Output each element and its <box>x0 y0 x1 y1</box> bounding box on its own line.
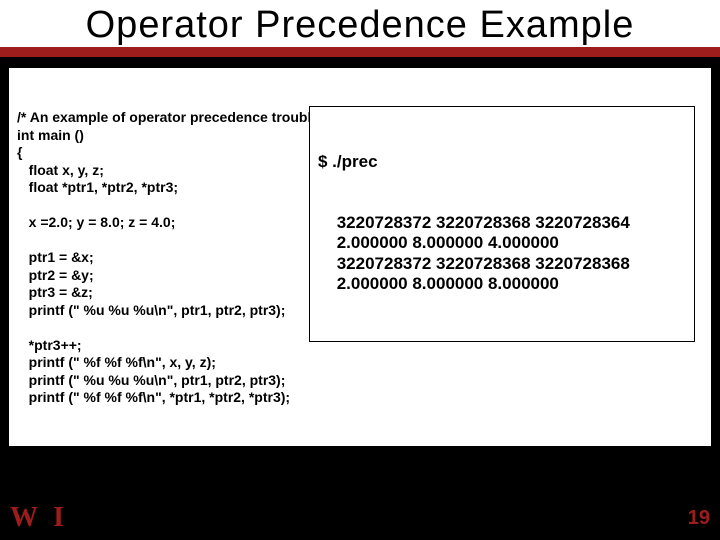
wpi-logo: WPI <box>10 502 63 534</box>
footer-text: Systems Programming Pointers <box>63 510 678 526</box>
footer-pointers: Pointers <box>439 510 495 526</box>
logo-letter-w: W <box>10 502 37 534</box>
logo-letter-i: I <box>53 502 63 534</box>
title-bar: Operator Precedence Example <box>0 0 720 57</box>
logo-letter-p: P <box>37 502 53 534</box>
output-command: $ ./prec <box>318 152 686 172</box>
output-box: $ ./prec 3220728372 3220728368 322072836… <box>309 106 695 342</box>
footer: WPI Systems Programming Pointers 19 <box>0 502 720 538</box>
page-number: 19 <box>678 507 710 530</box>
code-box: /* An example of operator precedence tro… <box>8 67 712 447</box>
footer-systems: Systems Programming <box>246 510 399 526</box>
output-lines: 3220728372 3220728368 3220728364 2.00000… <box>318 213 686 295</box>
page-title: Operator Precedence Example <box>0 4 720 47</box>
